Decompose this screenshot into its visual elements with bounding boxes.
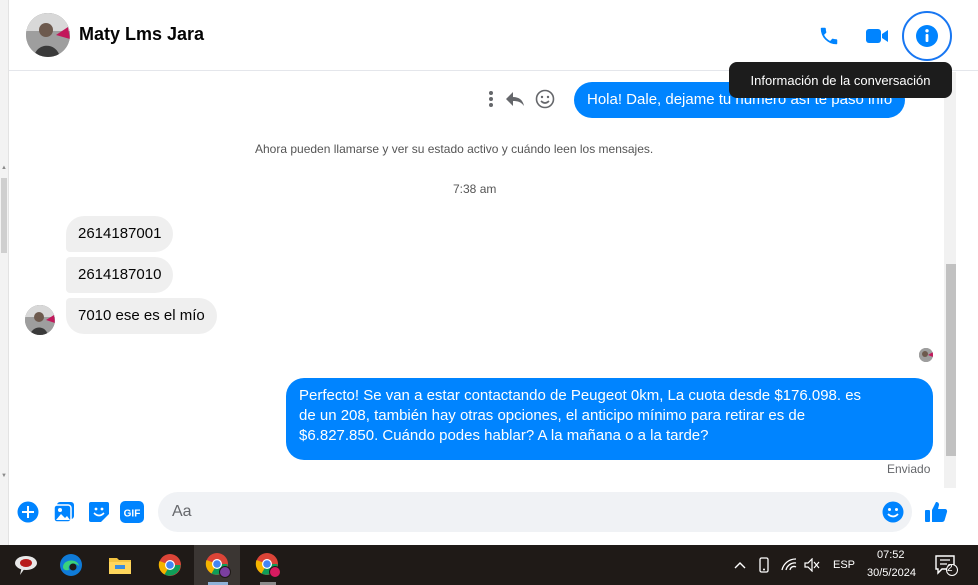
input-language[interactable]: ESP	[833, 559, 855, 571]
message-timestamp: 7:38 am	[453, 182, 497, 196]
edge-icon	[60, 554, 82, 576]
incoming-message[interactable]: 2614187001	[66, 216, 174, 252]
message-composer: GIF Aa	[9, 488, 978, 545]
gif-button[interactable]: GIF	[120, 500, 144, 524]
more-actions-button[interactable]	[16, 500, 40, 524]
audio-call-button[interactable]	[813, 20, 845, 52]
scroll-down-arrow[interactable]: ▼	[1, 473, 7, 479]
messenger-window: ▲ ▼ Maty Lms Jara Información de la conv…	[0, 0, 978, 585]
volume-button[interactable]	[801, 552, 823, 578]
taskbar-edge[interactable]	[58, 552, 84, 578]
message-line: $6.827.850. Cuándo podes hablar? A la ma…	[299, 427, 709, 444]
like-thumb-icon	[925, 502, 948, 522]
tray-device-icon[interactable]	[754, 552, 774, 578]
page-scroll-thumb[interactable]	[1, 178, 7, 253]
page-scrollbar[interactable]: ▲ ▼	[0, 0, 9, 545]
image-icon	[53, 502, 74, 523]
message-line: Perfecto! Se van a estar contactando de …	[299, 387, 862, 404]
taskbar-file-explorer[interactable]	[107, 552, 133, 578]
message-list[interactable]: Hola! Dale, dejame tu número así te paso…	[9, 72, 978, 488]
notification-icon	[935, 555, 958, 576]
chat-scroll-thumb[interactable]	[946, 264, 956, 456]
contact-avatar[interactable]	[26, 13, 70, 57]
emoji-icon[interactable]	[535, 89, 555, 109]
taskbar-chrome-profile-2[interactable]	[255, 552, 281, 578]
chrome-icon	[255, 553, 281, 578]
clock-date[interactable]: 30/5/2024	[867, 567, 916, 579]
message-line: de un 208, también hay otras opciones, e…	[299, 407, 806, 424]
chat-scrollbar[interactable]	[944, 72, 956, 488]
phone-icon	[820, 27, 838, 45]
taskbar-chrome-profile-1[interactable]	[205, 552, 231, 578]
message-input[interactable]: Aa	[158, 492, 912, 532]
conversation-info-button[interactable]	[902, 11, 952, 61]
incoming-message[interactable]: 7010 ese es el mío	[66, 298, 217, 334]
gif-icon: GIF	[120, 501, 144, 523]
chrome-icon	[158, 554, 181, 576]
like-button[interactable]	[924, 500, 948, 524]
clock-time[interactable]: 07:52	[877, 549, 905, 561]
sticker-button[interactable]	[87, 500, 111, 524]
reply-icon[interactable]	[505, 90, 525, 108]
volume-muted-icon	[804, 558, 820, 572]
sticker-icon	[89, 502, 109, 522]
attach-image-button[interactable]	[52, 500, 76, 524]
info-icon	[916, 25, 938, 47]
chevron-up-icon	[734, 562, 746, 569]
video-camera-icon	[866, 29, 888, 43]
outgoing-message-long[interactable]: Perfecto! Se van a estar contactando de …	[286, 378, 933, 460]
incoming-message[interactable]: 2614187010	[66, 257, 174, 293]
start-button[interactable]	[13, 552, 39, 578]
start-icon	[15, 556, 37, 575]
contact-avatar-small[interactable]	[25, 305, 55, 335]
windows-taskbar: ESP 07:52 30/5/2024 2	[0, 545, 978, 585]
more-vertical-icon[interactable]	[487, 90, 495, 108]
video-call-button[interactable]	[861, 20, 893, 52]
contact-name[interactable]: Maty Lms Jara	[79, 24, 204, 45]
plus-circle-icon	[17, 501, 39, 523]
message-actions	[487, 89, 555, 109]
notification-center-button[interactable]	[933, 552, 959, 578]
show-hidden-icons-button[interactable]	[730, 552, 750, 578]
scroll-up-arrow[interactable]: ▲	[1, 165, 7, 171]
delivery-status: Enviado	[887, 462, 931, 476]
network-button[interactable]	[778, 552, 800, 578]
chrome-icon	[205, 553, 231, 578]
wifi-icon	[781, 558, 797, 571]
conversation-header: Maty Lms Jara	[9, 0, 978, 71]
svg-text:GIF: GIF	[124, 509, 141, 520]
info-tooltip: Información de la conversación	[729, 62, 952, 98]
folder-icon	[109, 558, 131, 574]
emoji-picker-button[interactable]	[881, 500, 905, 524]
seen-indicator-avatar	[919, 348, 933, 362]
emoji-icon	[882, 501, 904, 523]
notification-count: 2	[947, 563, 953, 574]
taskbar-chrome[interactable]	[157, 552, 183, 578]
system-notice: Ahora pueden llamarse y ver su estado ac…	[255, 142, 654, 156]
phone-link-icon	[759, 557, 769, 573]
